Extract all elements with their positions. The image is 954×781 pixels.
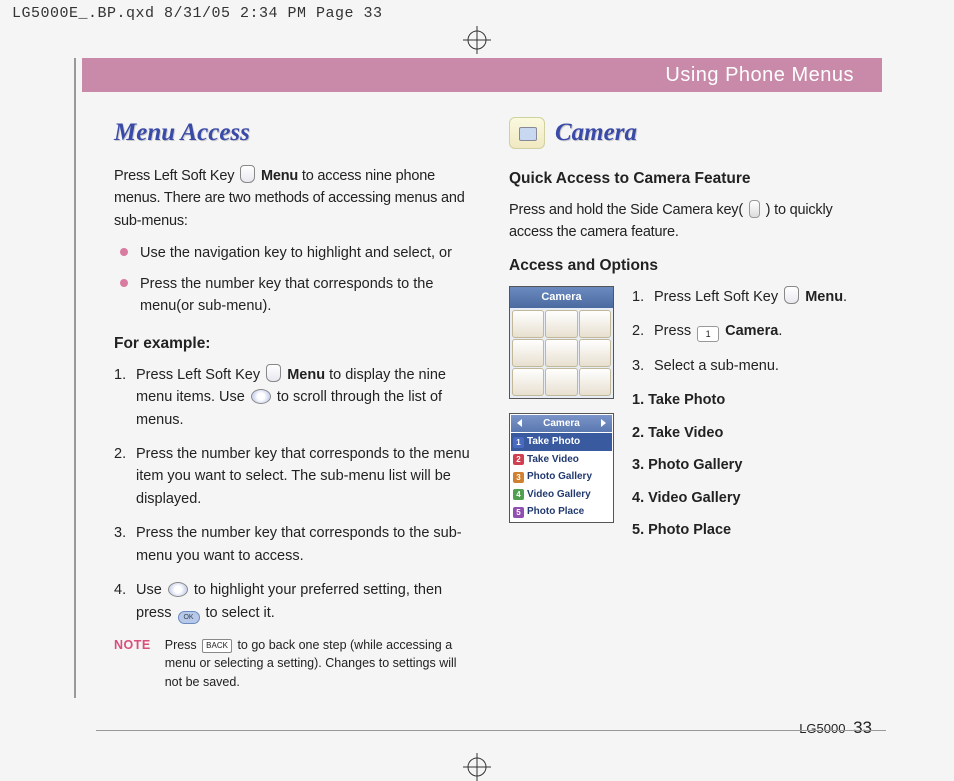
registration-mark-top [463, 26, 491, 54]
bullet-item: Press the number key that corresponds to… [118, 273, 477, 318]
step-item: Use to highlight your preferred setting,… [114, 579, 477, 624]
screenshot-row: 4Video Gallery [511, 486, 612, 504]
screenshot-row: 1Take Photo [511, 433, 612, 451]
side-camera-key-icon [749, 200, 760, 218]
note-label: NOTE [114, 636, 151, 690]
prepress-header: LG5000E_.BP.qxd 8/31/05 2:34 PM Page 33 [0, 0, 954, 28]
note-block: NOTE Press BACK to go back one step (whi… [114, 636, 477, 690]
page-content: Using Phone Menus Menu Access Press Left… [82, 58, 882, 738]
quick-access-text: Press and hold the Side Camera key( ) to… [509, 199, 872, 244]
screenshot-row: 5Photo Place [511, 503, 612, 521]
camera-heading: Camera [555, 114, 637, 153]
step-item: Press Left Soft Key Menu. [632, 286, 872, 308]
access-options-heading: Access and Options [509, 254, 872, 278]
note-text: Press BACK to go back one step (while ac… [165, 636, 477, 690]
submenu-item: 4. Video Gallery [632, 487, 872, 509]
intro-paragraph: Press Left Soft Key Menu to access nine … [114, 165, 477, 232]
methods-list: Use the navigation key to highlight and … [118, 242, 477, 317]
submenu-options: 1. Take Photo 2. Take Video 3. Photo Gal… [632, 389, 872, 541]
quick-access-heading: Quick Access to Camera Feature [509, 167, 872, 191]
ok-key-icon: OK [178, 611, 200, 624]
menu-access-heading: Menu Access [114, 114, 477, 153]
left-column: Menu Access Press Left Soft Key Menu to … [114, 114, 477, 691]
registration-mark-bottom [463, 753, 491, 781]
for-example-heading: For example: [114, 332, 477, 356]
nav-key-icon [168, 582, 188, 597]
chapter-title: Using Phone Menus [665, 64, 854, 87]
prepress-text: LG5000E_.BP.qxd 8/31/05 2:34 PM Page 33 [12, 5, 383, 22]
menu-grid-screenshot: Camera [509, 286, 614, 399]
screenshot-list-title: Camera [511, 415, 612, 434]
submenu-list-screenshot: Camera 1Take Photo 2Take Video 3Photo Ga… [509, 413, 614, 523]
soft-key-icon [266, 364, 281, 382]
screenshots-stack: Camera Camera 1Take Photo 2Take Video [509, 286, 614, 537]
footer-page-number: 33 [853, 718, 872, 737]
bullet-item: Use the navigation key to highlight and … [118, 242, 477, 264]
back-key-icon: BACK [202, 639, 232, 653]
screenshot-row: 3Photo Gallery [511, 468, 612, 486]
step-item: Press the number key that corresponds to… [114, 443, 477, 510]
number-key-icon: 1 [697, 326, 719, 342]
camera-section-icon [509, 117, 545, 149]
page-footer: LG5000 33 [799, 718, 872, 738]
step-item: Select a sub-menu. [632, 355, 872, 377]
example-steps: Press Left Soft Key Menu to display the … [114, 364, 477, 625]
bottom-rule [96, 730, 886, 731]
screenshot-title: Camera [510, 287, 613, 308]
submenu-item: 2. Take Video [632, 422, 872, 444]
nav-key-icon [251, 389, 271, 404]
soft-key-icon [784, 286, 799, 304]
submenu-item: 5. Photo Place [632, 519, 872, 541]
submenu-item: 3. Photo Gallery [632, 454, 872, 476]
access-steps-block: Press Left Soft Key Menu. Press 1 Camera… [632, 286, 872, 552]
side-rule [74, 58, 76, 698]
step-item: Press 1 Camera. [632, 320, 872, 342]
screenshot-row: 2Take Video [511, 451, 612, 469]
right-column: Camera Quick Access to Camera Feature Pr… [509, 114, 872, 691]
chapter-title-bar: Using Phone Menus [82, 58, 882, 92]
footer-model: LG5000 [799, 721, 845, 736]
submenu-item: 1. Take Photo [632, 389, 872, 411]
step-item: Press the number key that corresponds to… [114, 522, 477, 567]
soft-key-icon [240, 165, 255, 183]
step-item: Press Left Soft Key Menu to display the … [114, 364, 477, 431]
